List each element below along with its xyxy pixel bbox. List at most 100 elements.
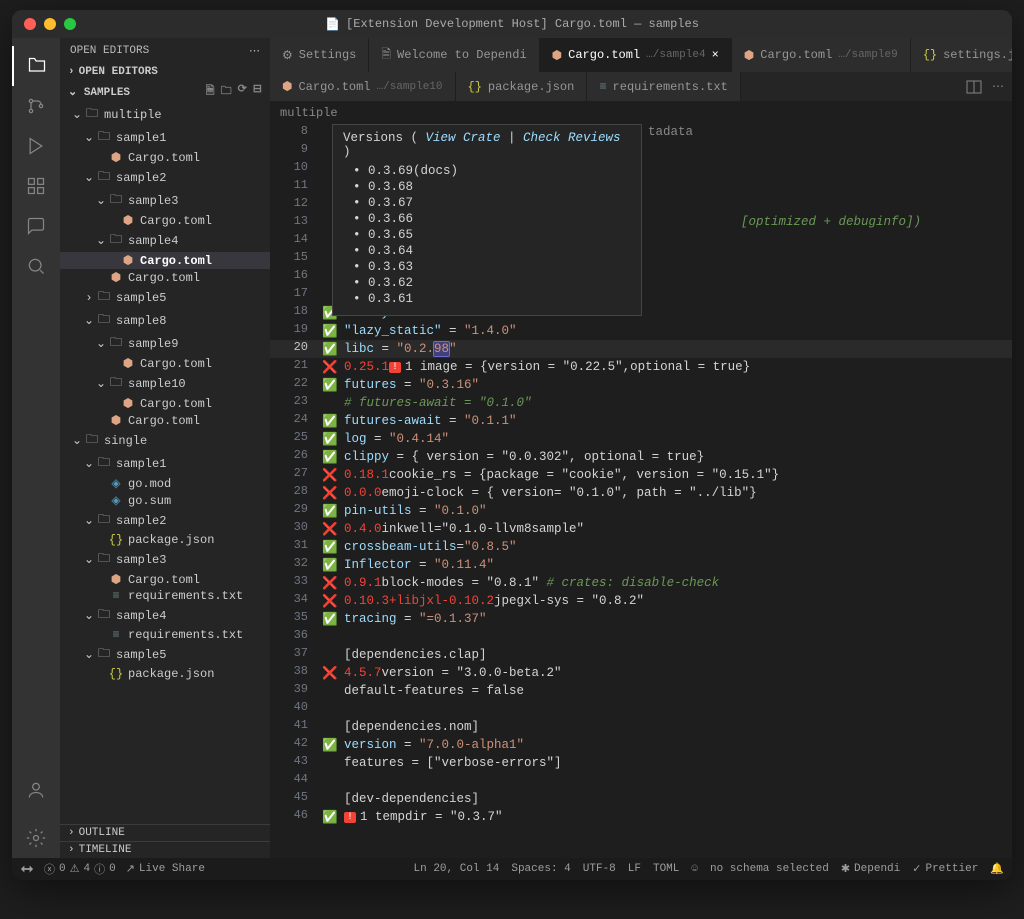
section-outline[interactable]: ›OUTLINE (60, 824, 270, 841)
encoding[interactable]: UTF-8 (583, 863, 616, 875)
version-item[interactable]: 0.3.63 (353, 259, 631, 275)
close-icon[interactable]: × (712, 48, 719, 62)
code-line[interactable]: ❌4.5.7 version = "3.0.0-beta.2" (322, 664, 1012, 682)
tree-file[interactable]: ◈go.mod (60, 475, 270, 492)
version-item[interactable]: 0.3.67 (353, 195, 631, 211)
code-line[interactable]: ✅libc = "0.2.98" (322, 340, 1012, 358)
code-line[interactable]: ❌0.25.1 !1 image = {version = "0.22.5",o… (322, 358, 1012, 376)
tree-file[interactable]: {}package.json (60, 666, 270, 682)
settings-icon[interactable] (12, 818, 60, 858)
tree-folder[interactable]: ⌄🗀sample3 (60, 189, 270, 212)
tree-file[interactable]: ⬢Cargo.toml (60, 355, 270, 372)
refresh-icon[interactable]: ⟳ (238, 82, 247, 101)
collapse-icon[interactable]: ⊟ (253, 82, 262, 101)
version-item[interactable]: 0.3.64 (353, 243, 631, 259)
debug-icon[interactable] (12, 126, 60, 166)
prettier[interactable]: ✓ Prettier (912, 862, 978, 876)
tree-file[interactable]: ≡requirements.txt (60, 588, 270, 604)
tree-file[interactable]: ⬢Cargo.toml (60, 269, 270, 286)
tree-file[interactable]: ⬢Cargo.toml (60, 212, 270, 229)
breadcrumb[interactable]: multiple (270, 102, 1012, 124)
new-folder-icon[interactable]: 🗀 (221, 82, 232, 101)
tree-file[interactable]: ◈go.sum (60, 492, 270, 509)
split-editor-icon[interactable] (966, 79, 982, 95)
tree-folder[interactable]: ⌄🗀sample8 (60, 309, 270, 332)
version-item[interactable]: 0.3.61 (353, 291, 631, 307)
tree-file[interactable]: ⬢Cargo.toml (60, 412, 270, 429)
tree-folder[interactable]: ⌄🗀sample2 (60, 166, 270, 189)
tree-folder[interactable]: ⌄🗀sample2 (60, 509, 270, 532)
tree-file[interactable]: ⬢Cargo.toml (60, 252, 270, 269)
code-line[interactable]: ✅futures = "0.3.16" (322, 376, 1012, 394)
code-line[interactable]: ✅futures-await = "0.1.1" (322, 412, 1012, 430)
section-open-editors[interactable]: › OPEN EDITORS (60, 64, 270, 80)
tab[interactable]: ≡requirements.txt (587, 72, 740, 101)
code-line[interactable]: [dependencies.nom] (322, 718, 1012, 736)
new-file-icon[interactable]: 🗎 (206, 82, 215, 101)
code-line[interactable]: ✅tracing = "=0.1.37" (322, 610, 1012, 628)
code-line[interactable]: ❌0.18.1 cookie_rs = {package = "cookie",… (322, 466, 1012, 484)
more-icon[interactable]: ⋯ (992, 79, 1004, 94)
version-item[interactable]: 0.3.65 (353, 227, 631, 243)
eol[interactable]: LF (628, 863, 641, 875)
section-timeline[interactable]: ›TIMELINE (60, 841, 270, 858)
extensions-icon[interactable] (12, 166, 60, 206)
tab[interactable]: {}package.json (456, 72, 588, 101)
editor[interactable]: 8910111213141516171819202122232425262728… (270, 124, 1012, 858)
tree-folder[interactable]: ⌄🗀sample4 (60, 604, 270, 627)
code-line[interactable]: features = ["verbose-errors"] (322, 754, 1012, 772)
view-crate-link[interactable]: View Crate (426, 131, 501, 145)
version-item[interactable]: 0.3.66 (353, 211, 631, 227)
check-reviews-link[interactable]: Check Reviews (523, 131, 621, 145)
code-line[interactable]: ✅pin-utils = "0.1.0" (322, 502, 1012, 520)
version-item[interactable]: 0.3.62 (353, 275, 631, 291)
code-line[interactable]: ❌0.10.3+libjxl-0.10.2 jpegxl-sys = "0.8.… (322, 592, 1012, 610)
tab[interactable]: ⚙Settings (270, 38, 369, 72)
tab[interactable]: ⬢Cargo.toml…/sample9 (732, 38, 911, 72)
code-line[interactable] (322, 700, 1012, 718)
code-line[interactable]: [dependencies.clap] (322, 646, 1012, 664)
code-line[interactable]: ✅clippy = { version = "0.0.302", optiona… (322, 448, 1012, 466)
window-maximize[interactable] (64, 18, 76, 30)
tree-folder[interactable]: ⌄🗀sample10 (60, 372, 270, 395)
search-icon[interactable] (12, 246, 60, 286)
tree-folder[interactable]: ⌄🗀sample3 (60, 548, 270, 571)
code-line[interactable]: ✅log = "0.4.14" (322, 430, 1012, 448)
tree-file[interactable]: ⬢Cargo.toml (60, 149, 270, 166)
code-line[interactable]: ✅version = "7.0.0-alpha1" (322, 736, 1012, 754)
tree-file[interactable]: ⬢Cargo.toml (60, 571, 270, 588)
language[interactable]: TOML (653, 863, 679, 875)
tab[interactable]: ⬢Cargo.toml…/sample10 (270, 72, 456, 101)
more-icon[interactable]: ⋯ (249, 44, 260, 58)
dependi[interactable]: ✱ Dependi (841, 862, 900, 876)
window-close[interactable] (24, 18, 36, 30)
code-line[interactable] (322, 772, 1012, 790)
tree-folder[interactable]: ›🗀sample5 (60, 286, 270, 309)
code-line[interactable]: ✅"lazy_static" = "1.4.0" (322, 322, 1012, 340)
account-icon[interactable] (12, 770, 60, 810)
code-line[interactable]: default-features = false (322, 682, 1012, 700)
live-share[interactable]: ↗ Live Share (126, 862, 205, 876)
explorer-icon[interactable] (12, 46, 60, 86)
source-control-icon[interactable] (12, 86, 60, 126)
schema[interactable]: no schema selected (710, 863, 829, 875)
code-line[interactable]: ❌0.4.0 inkwell="0.1.0-llvm8sample" (322, 520, 1012, 538)
tab[interactable]: {}settings.json (911, 38, 1012, 72)
tree-file[interactable]: ⬢Cargo.toml (60, 395, 270, 412)
tree-folder[interactable]: ⌄🗀sample9 (60, 332, 270, 355)
tab[interactable]: 🗎Welcome to Dependi (369, 38, 539, 72)
tree-folder[interactable]: ⌄🗀sample1 (60, 452, 270, 475)
tree-folder[interactable]: ⌄🗀sample5 (60, 643, 270, 666)
code-line[interactable]: ❌0.0.0 emoji-clock = { version= "0.1.0",… (322, 484, 1012, 502)
version-item[interactable]: 0.3.68 (353, 179, 631, 195)
bell-icon[interactable]: 🔔 (990, 862, 1004, 876)
tree-file[interactable]: {}package.json (60, 532, 270, 548)
tree-folder[interactable]: ⌄🗀single (60, 429, 270, 452)
tree-file[interactable]: ≡requirements.txt (60, 627, 270, 643)
code-line[interactable] (322, 628, 1012, 646)
code-line[interactable]: ✅crossbeam-utils="0.8.5" (322, 538, 1012, 556)
tree-folder[interactable]: ⌄🗀sample1 (60, 126, 270, 149)
code-line[interactable]: ❌0.9.1 block-modes = "0.8.1" # crates: d… (322, 574, 1012, 592)
problems[interactable]: ⓧ 0 ⚠ 4 ⓘ 0 (44, 861, 116, 877)
tab[interactable]: ⬢Cargo.toml…/sample4× (540, 38, 732, 72)
